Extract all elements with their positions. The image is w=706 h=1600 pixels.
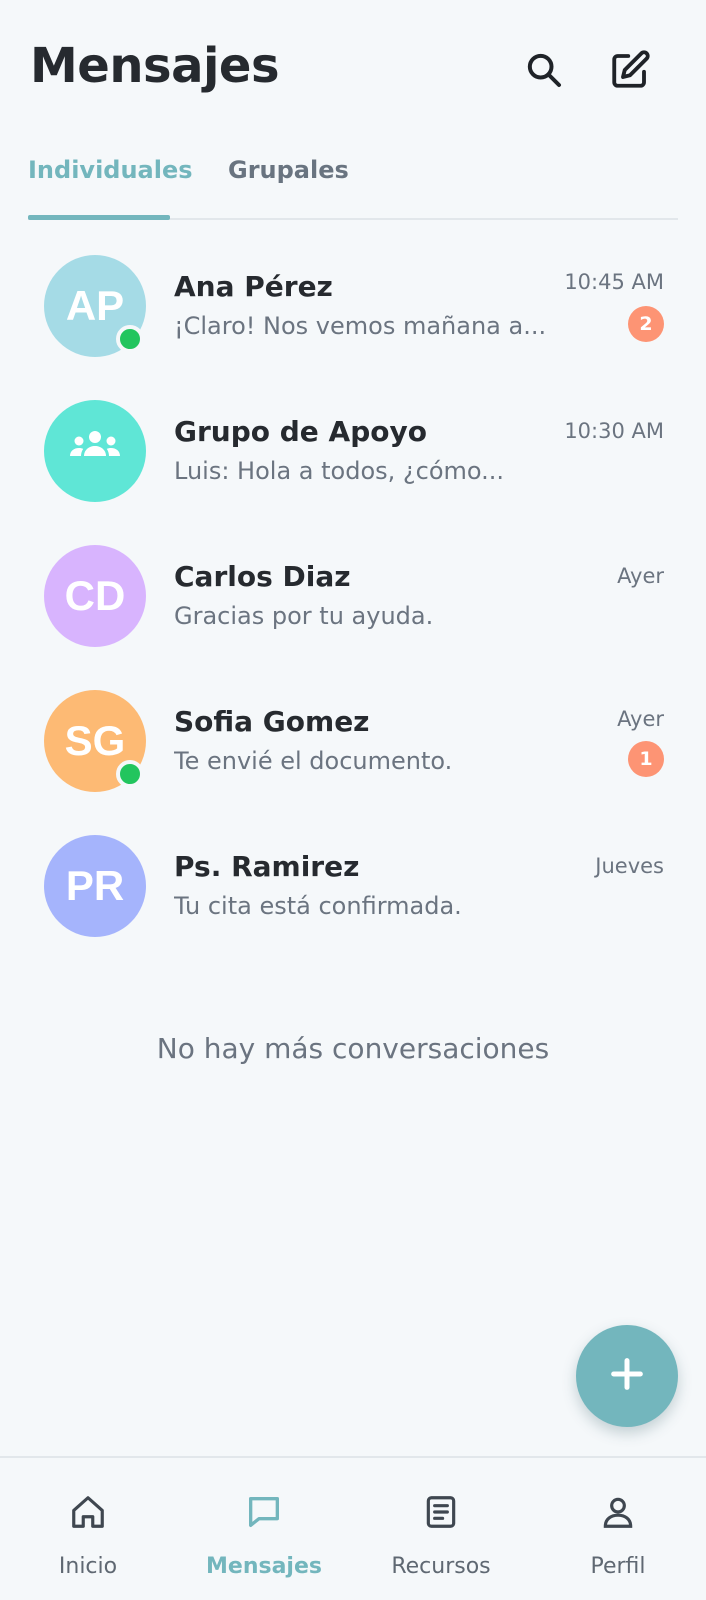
nav-label: Recursos	[391, 1554, 491, 1579]
conversation-item[interactable]: CD Carlos Diaz Gracias por tu ayuda. Aye…	[0, 522, 706, 667]
avatar-initials: SG	[64, 717, 126, 764]
conversation-item[interactable]: AP Ana Pérez ¡Claro! Nos vemos mañana a.…	[0, 232, 706, 377]
contact-name: Carlos Diaz	[174, 560, 351, 593]
bottom-navigation: Inicio Mensajes Recursos Perfil	[0, 1456, 706, 1600]
avatar: PR	[44, 835, 146, 937]
conversation-item[interactable]: SG Sofia Gomez Te envié el documento. Ay…	[0, 667, 706, 812]
compose-icon	[609, 49, 651, 95]
avatar-initials: AP	[65, 282, 125, 329]
document-icon	[421, 1492, 461, 1532]
message-preview: Te envié el documento.	[174, 747, 453, 775]
search-icon	[524, 50, 564, 94]
tab-individuales[interactable]: Individuales	[28, 156, 193, 184]
message-preview: Gracias por tu ayuda.	[174, 602, 434, 630]
unread-badge: 1	[628, 741, 664, 777]
tab-bar: Individuales Grupales	[28, 140, 678, 220]
online-indicator	[116, 760, 144, 788]
nav-label: Inicio	[58, 1554, 118, 1579]
end-of-list-note: No hay más conversaciones	[156, 1032, 550, 1065]
avatar-initials: PR	[65, 862, 125, 909]
message-preview: Luis: Hola a todos, ¿cómo...	[174, 457, 505, 485]
message-time: 10:45 AM	[564, 270, 664, 294]
nav-label: Perfil	[590, 1554, 646, 1579]
nav-item-inicio[interactable]: Inicio	[0, 1458, 176, 1600]
group-icon	[67, 426, 123, 476]
active-tab-indicator	[28, 215, 170, 220]
nav-item-mensajes[interactable]: Mensajes	[176, 1458, 352, 1600]
conversation-item[interactable]: PR Ps. Ramirez Tu cita está confirmada. …	[0, 812, 706, 957]
contact-name: Sofia Gomez	[174, 705, 370, 738]
nav-item-recursos[interactable]: Recursos	[353, 1458, 529, 1600]
message-preview: ¡Claro! Nos vemos mañana a...	[174, 312, 544, 340]
message-time: Ayer	[617, 707, 664, 731]
message-time: Jueves	[595, 854, 664, 878]
new-conversation-button[interactable]	[576, 1325, 678, 1427]
unread-badge: 2	[628, 306, 664, 342]
avatar: CD	[44, 545, 146, 647]
contact-name: Ps. Ramirez	[174, 850, 360, 883]
nav-label: Mensajes	[206, 1554, 322, 1579]
contact-name: Ana Pérez	[174, 270, 333, 303]
nav-item-perfil[interactable]: Perfil	[530, 1458, 706, 1600]
tab-grupales[interactable]: Grupales	[228, 156, 349, 184]
message-preview: Tu cita está confirmada.	[174, 892, 462, 920]
tab-label: Grupales	[228, 156, 349, 184]
message-time: 10:30 AM	[564, 419, 664, 443]
compose-button[interactable]	[604, 46, 656, 98]
avatar-initials: CD	[64, 572, 126, 619]
chat-icon	[244, 1492, 284, 1532]
home-icon	[68, 1492, 108, 1532]
search-button[interactable]	[518, 46, 570, 98]
page-title: Mensajes	[30, 38, 280, 94]
plus-icon	[607, 1354, 647, 1398]
online-indicator	[116, 325, 144, 353]
contact-name: Grupo de Apoyo	[174, 415, 427, 448]
conversation-item[interactable]: Grupo de Apoyo Luis: Hola a todos, ¿cómo…	[0, 377, 706, 522]
tab-label: Individuales	[28, 156, 193, 184]
message-time: Ayer	[617, 564, 664, 588]
profile-icon	[598, 1492, 638, 1532]
avatar	[44, 400, 146, 502]
app-header: Mensajes	[0, 0, 706, 140]
